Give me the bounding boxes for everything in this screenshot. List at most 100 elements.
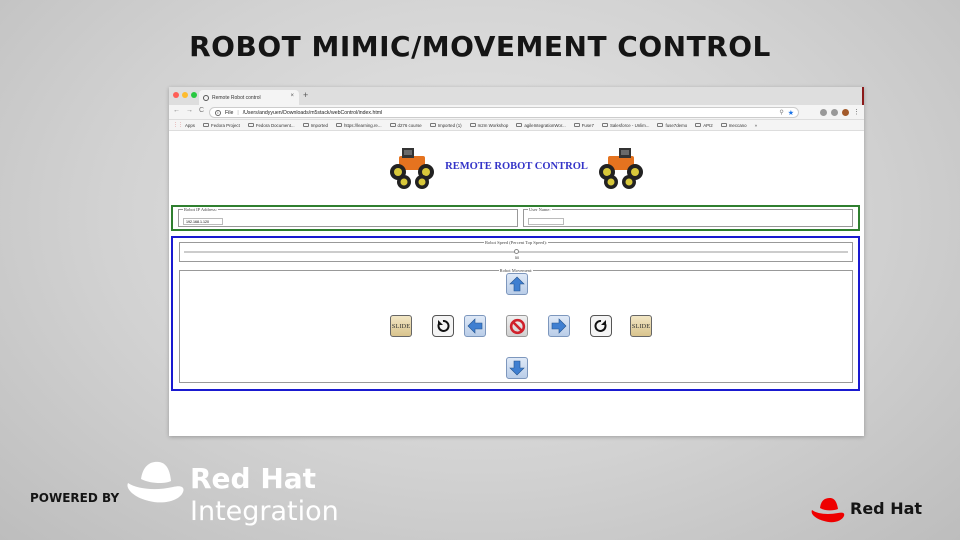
apps-grid-icon: ⋮⋮ [173,122,183,128]
bookmark-label: m2m Workshop [477,122,509,128]
ip-address-input[interactable]: 192.168.1.120 [183,218,223,225]
slide-right-button[interactable]: SLIDE [630,315,652,337]
folder-icon [695,123,702,127]
bookmark-item[interactable]: Salesforce - Unlim... [601,122,650,128]
nav-buttons: ← → C [173,107,204,114]
url-text: /Users/andyyuen/Downloads/m5stack/webCon… [242,109,383,116]
address-bar-row: ← → C i File | /Users/andyyuen/Downloads… [169,105,864,120]
window-controls [173,92,197,98]
bookmark-item[interactable]: m2m Workshop [469,122,509,128]
folder-icon [601,123,608,127]
folder-icon [335,123,342,127]
menu-icon[interactable]: ⋮ [853,108,860,116]
folder-icon [573,123,580,127]
rotate-ccw-icon [437,320,450,332]
page-header: REMOTE ROBOT CONTROL [169,141,864,191]
bookmark-label: API2 [703,122,713,128]
bookmark-label: Salesforce - Unlim... [609,122,650,128]
bookmarks-bar: ⋮⋮ Apps Fedora Project Fedora Document... Im… [169,120,864,131]
bookmark-item[interactable]: agileIntegrationWor... [516,123,566,128]
bookmark-label: Apps [185,122,196,128]
extension-icon[interactable] [831,108,838,116]
speed-slider-thumb[interactable] [513,249,519,254]
move-right-button[interactable] [548,315,570,337]
profile-avatar[interactable] [842,108,849,116]
bookmark-item[interactable]: Fedora Document... [247,122,295,128]
bookmark-label: d276 course [397,122,422,128]
folder-icon [516,123,523,127]
bookmark-label: meccano [728,122,747,128]
arrow-left-icon [467,318,483,334]
slide-left-button[interactable]: SLIDE [390,315,412,337]
folder-icon [469,123,476,127]
red-hat-logo-icon [811,498,845,523]
folder-icon [302,123,309,127]
stop-icon [509,318,525,334]
new-tab-button[interactable]: + [303,90,308,100]
extensions: ⋮ [820,108,860,116]
folder-icon [247,123,254,127]
arrow-right-icon [551,318,567,334]
rotate-left-button[interactable] [432,315,454,337]
url-input[interactable]: i File | /Users/andyyuen/Downloads/m5sta… [209,107,799,118]
bookmark-item[interactable]: https://learning.re... [335,123,382,128]
bookmark-label: Imported [310,122,328,128]
arrow-down-icon [509,360,525,376]
minimize-window-button[interactable] [182,92,188,98]
search-icon[interactable]: ⚲ [779,109,783,116]
speed-slider[interactable] [184,249,848,254]
close-window-button[interactable] [173,92,179,98]
user-name-input[interactable] [528,218,564,225]
bookmark-apps[interactable]: ⋮⋮ Apps [173,122,195,128]
bookmark-star-icon[interactable]: ★ [788,109,794,117]
window-edge [862,87,864,105]
red-hat-integration-hat-icon [127,461,184,503]
bookmark-item[interactable]: meccano [720,122,747,128]
movement-fieldset: Robot Movement: SLIDE SLIDE [179,268,853,383]
slide-left-label: SLIDE [391,322,411,330]
bookmark-item[interactable]: API2 [695,123,713,128]
bookmark-label: Fedora Document... [255,122,295,128]
extension-icon[interactable] [820,108,827,116]
forward-icon[interactable]: → [186,107,193,114]
globe-icon [203,94,209,101]
back-icon[interactable]: ← [173,107,180,114]
move-backward-button[interactable] [506,357,528,379]
url-separator: | [237,109,239,116]
tab-bar: Remote Robot control × + [169,87,864,105]
connection-panel: Robot IP Address: 192.168.1.120 User Nam… [171,205,860,231]
maximize-window-button[interactable] [191,92,197,98]
integration-logo-line1: Red Hat [190,462,317,495]
integration-logo-line2: Integration [190,496,339,527]
stop-button[interactable] [506,315,528,337]
folder-icon [389,123,396,127]
bookmark-item[interactable]: Fuse7 [573,122,594,128]
bookmark-item[interactable]: fuse7demo [657,123,687,128]
bookmarks-overflow-button[interactable]: » [755,123,757,128]
bookmark-item[interactable]: d276 course [389,122,422,128]
bookmark-label: Imported (1) [437,122,462,128]
folder-icon [720,123,727,127]
slide-title: ROBOT MIMIC/MOVEMENT CONTROL [189,30,771,63]
rotate-right-button[interactable] [590,315,612,337]
info-icon[interactable]: i [215,109,221,116]
bookmark-item[interactable]: Imported [302,122,328,128]
user-name-fieldset: User Name: [523,207,853,227]
tab-close-button[interactable]: × [290,93,294,99]
arrow-up-icon [509,276,525,292]
reload-icon[interactable]: C [199,107,204,114]
speed-label: Robot Speed (Percent Top Speed): [484,240,548,245]
move-left-button[interactable] [464,315,486,337]
bookmark-label: Fedora Project [211,122,240,128]
url-prefix: File [225,109,234,116]
tab-remote-robot-control[interactable]: Remote Robot control × [199,90,299,105]
bookmark-item[interactable]: Fedora Project [203,123,240,128]
bookmark-item[interactable]: Imported (1) [429,122,462,128]
page-heading: REMOTE ROBOT CONTROL [445,160,588,172]
bookmark-label: fuse7demo [665,122,688,128]
control-panel: Robot Speed (Percent Top Speed): 50 Robo… [171,236,860,391]
move-forward-button[interactable] [506,273,528,295]
page-content: REMOTE ROBOT CONTROL Robot IP Address: 1… [169,131,864,436]
robot-image-left [390,148,435,189]
bookmark-label: Fuse7 [581,122,594,128]
